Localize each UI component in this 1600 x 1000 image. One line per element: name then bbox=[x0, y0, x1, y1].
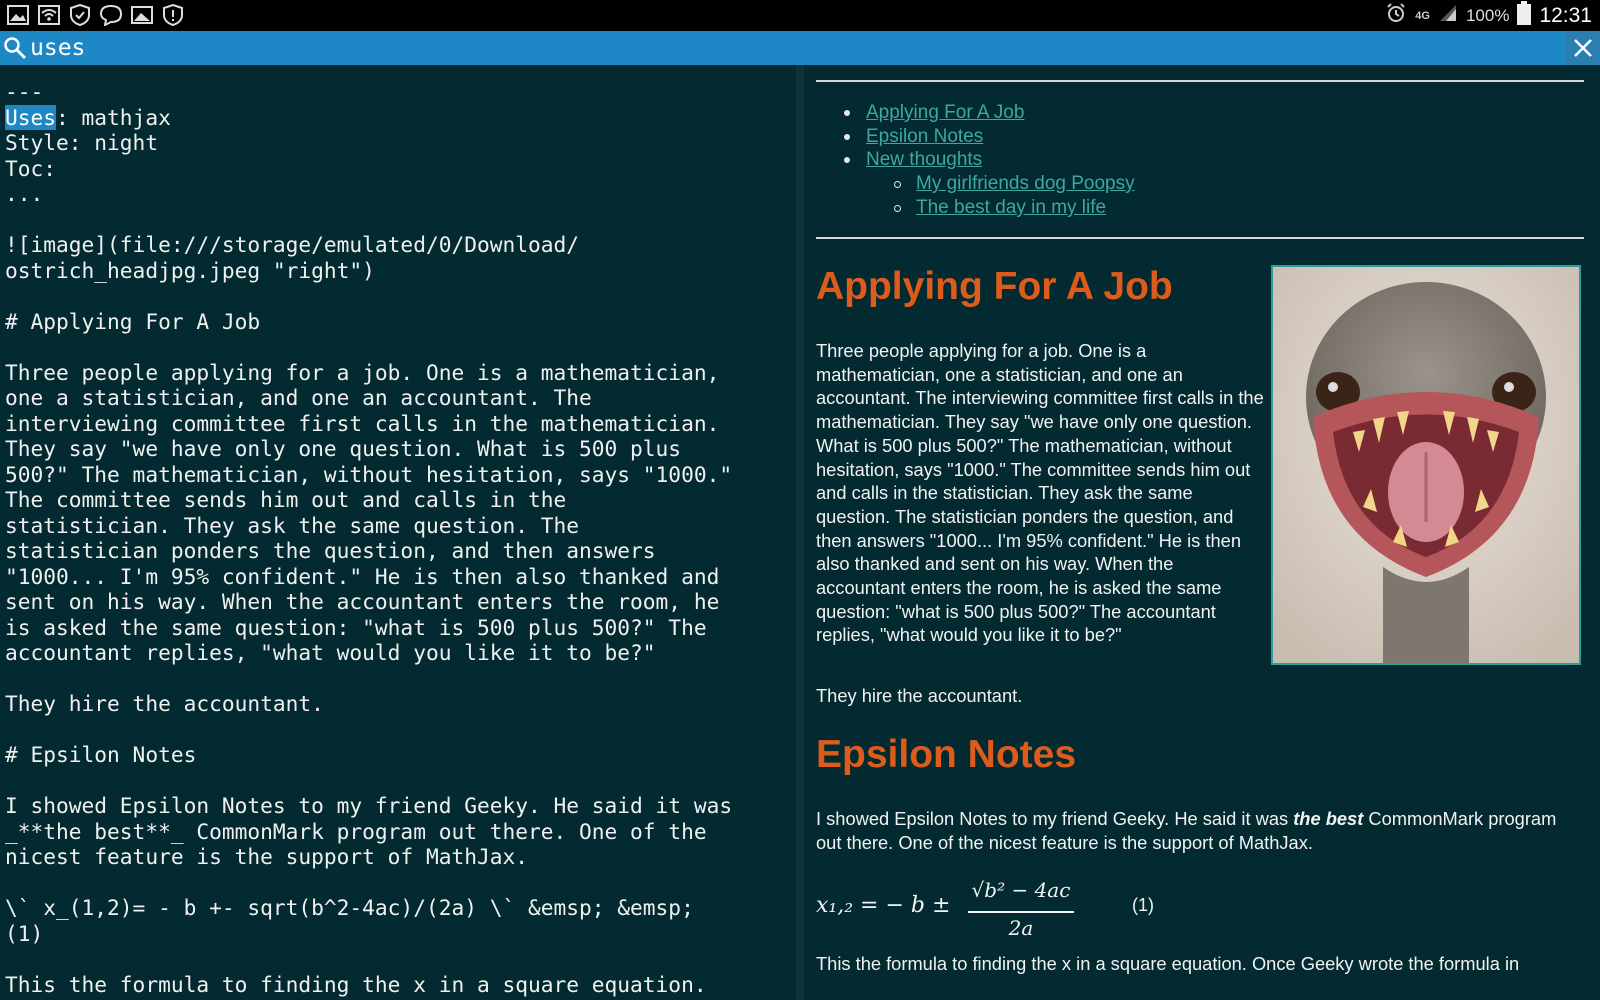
epsilon-paragraph: I showed Epsilon Notes to my friend Geek… bbox=[816, 807, 1586, 854]
search-input[interactable] bbox=[30, 33, 1560, 63]
fraction-bar bbox=[968, 911, 1074, 913]
gallery-icon bbox=[6, 3, 30, 27]
formula-explanation: This the formula to finding the x in a s… bbox=[816, 953, 1520, 974]
close-icon bbox=[1574, 39, 1592, 57]
toc-link-epsilon[interactable]: Epsilon Notes bbox=[866, 126, 983, 147]
search-match-highlight: Uses bbox=[5, 104, 57, 130]
alarm-icon bbox=[1385, 2, 1407, 29]
table-of-contents: Applying For A Job Epsilon Notes New tho… bbox=[816, 101, 1135, 220]
heading-applying-for-a-job: Applying For A Job bbox=[816, 265, 1173, 308]
markdown-editor[interactable]: --- Uses: mathjax Style: night Toc: ... … bbox=[0, 65, 796, 1000]
signal-icon bbox=[1438, 4, 1458, 27]
markdown-preview: Applying For A Job Epsilon Notes New tho… bbox=[804, 65, 1600, 1000]
image-icon bbox=[130, 3, 154, 27]
ostrich-image bbox=[1271, 265, 1581, 665]
toc-top-rule bbox=[816, 80, 1584, 82]
editor-frontmatter-open: --- bbox=[5, 79, 44, 104]
epsilon-emphasis: the best bbox=[1293, 808, 1364, 829]
chat-bubble-icon bbox=[99, 3, 123, 27]
epsilon-text-before: I showed Epsilon Notes to my friend Geek… bbox=[816, 808, 1294, 829]
toc-item: New thoughts My girlfriends dog Poopsy T… bbox=[816, 148, 1135, 219]
alert-shield-icon bbox=[161, 3, 185, 27]
applying-paragraph: Three people applying for a job. One is … bbox=[816, 340, 1264, 646]
notification-icons bbox=[6, 3, 185, 27]
toc-bottom-rule bbox=[816, 237, 1584, 239]
status-bar: 4G 100% 12:31 bbox=[0, 0, 1600, 31]
editor-text[interactable]: --- Uses: mathjax Style: night Toc: ... … bbox=[5, 79, 793, 997]
pane-divider[interactable] bbox=[796, 65, 804, 1000]
editor-body: : mathjax Style: night Toc: ... ![image]… bbox=[5, 104, 733, 997]
clock: 12:31 bbox=[1539, 3, 1592, 27]
toc-item: Applying For A Job bbox=[816, 101, 1135, 125]
heading-epsilon-notes: Epsilon Notes bbox=[816, 733, 1077, 776]
toc-link-poopsy[interactable]: My girlfriends dog Poopsy bbox=[916, 173, 1135, 194]
wifi-icon bbox=[37, 3, 61, 27]
conclusion-paragraph: They hire the accountant. bbox=[816, 685, 1023, 706]
formula-lhs: x₁,₂ = − b ± bbox=[816, 893, 951, 918]
toc-link-best-day[interactable]: The best day in my life bbox=[916, 197, 1106, 218]
toc-subitem: The best day in my life bbox=[866, 196, 1135, 220]
search-icon[interactable] bbox=[3, 36, 27, 60]
battery-icon bbox=[1517, 1, 1532, 30]
system-status: 4G 100% 12:31 bbox=[1385, 0, 1592, 31]
close-search-button[interactable] bbox=[1566, 31, 1600, 65]
equation-number: (1) bbox=[1132, 895, 1154, 915]
network-type: 4G bbox=[1415, 9, 1430, 22]
search-bar bbox=[0, 31, 1600, 65]
toc-item: Epsilon Notes bbox=[816, 125, 1135, 149]
battery-percent: 100% bbox=[1465, 5, 1510, 25]
formula-denominator: 2a bbox=[1008, 916, 1034, 940]
formula-numerator: √b² − 4ac bbox=[971, 878, 1071, 902]
shield-check-icon bbox=[68, 3, 92, 27]
quadratic-formula: x₁,₂ = − b ± √b² − 4ac 2a (1) bbox=[816, 873, 1216, 943]
toc-link-applying[interactable]: Applying For A Job bbox=[866, 102, 1024, 123]
toc-subitem: My girlfriends dog Poopsy bbox=[866, 172, 1135, 196]
toc-link-new-thoughts[interactable]: New thoughts bbox=[866, 149, 982, 170]
